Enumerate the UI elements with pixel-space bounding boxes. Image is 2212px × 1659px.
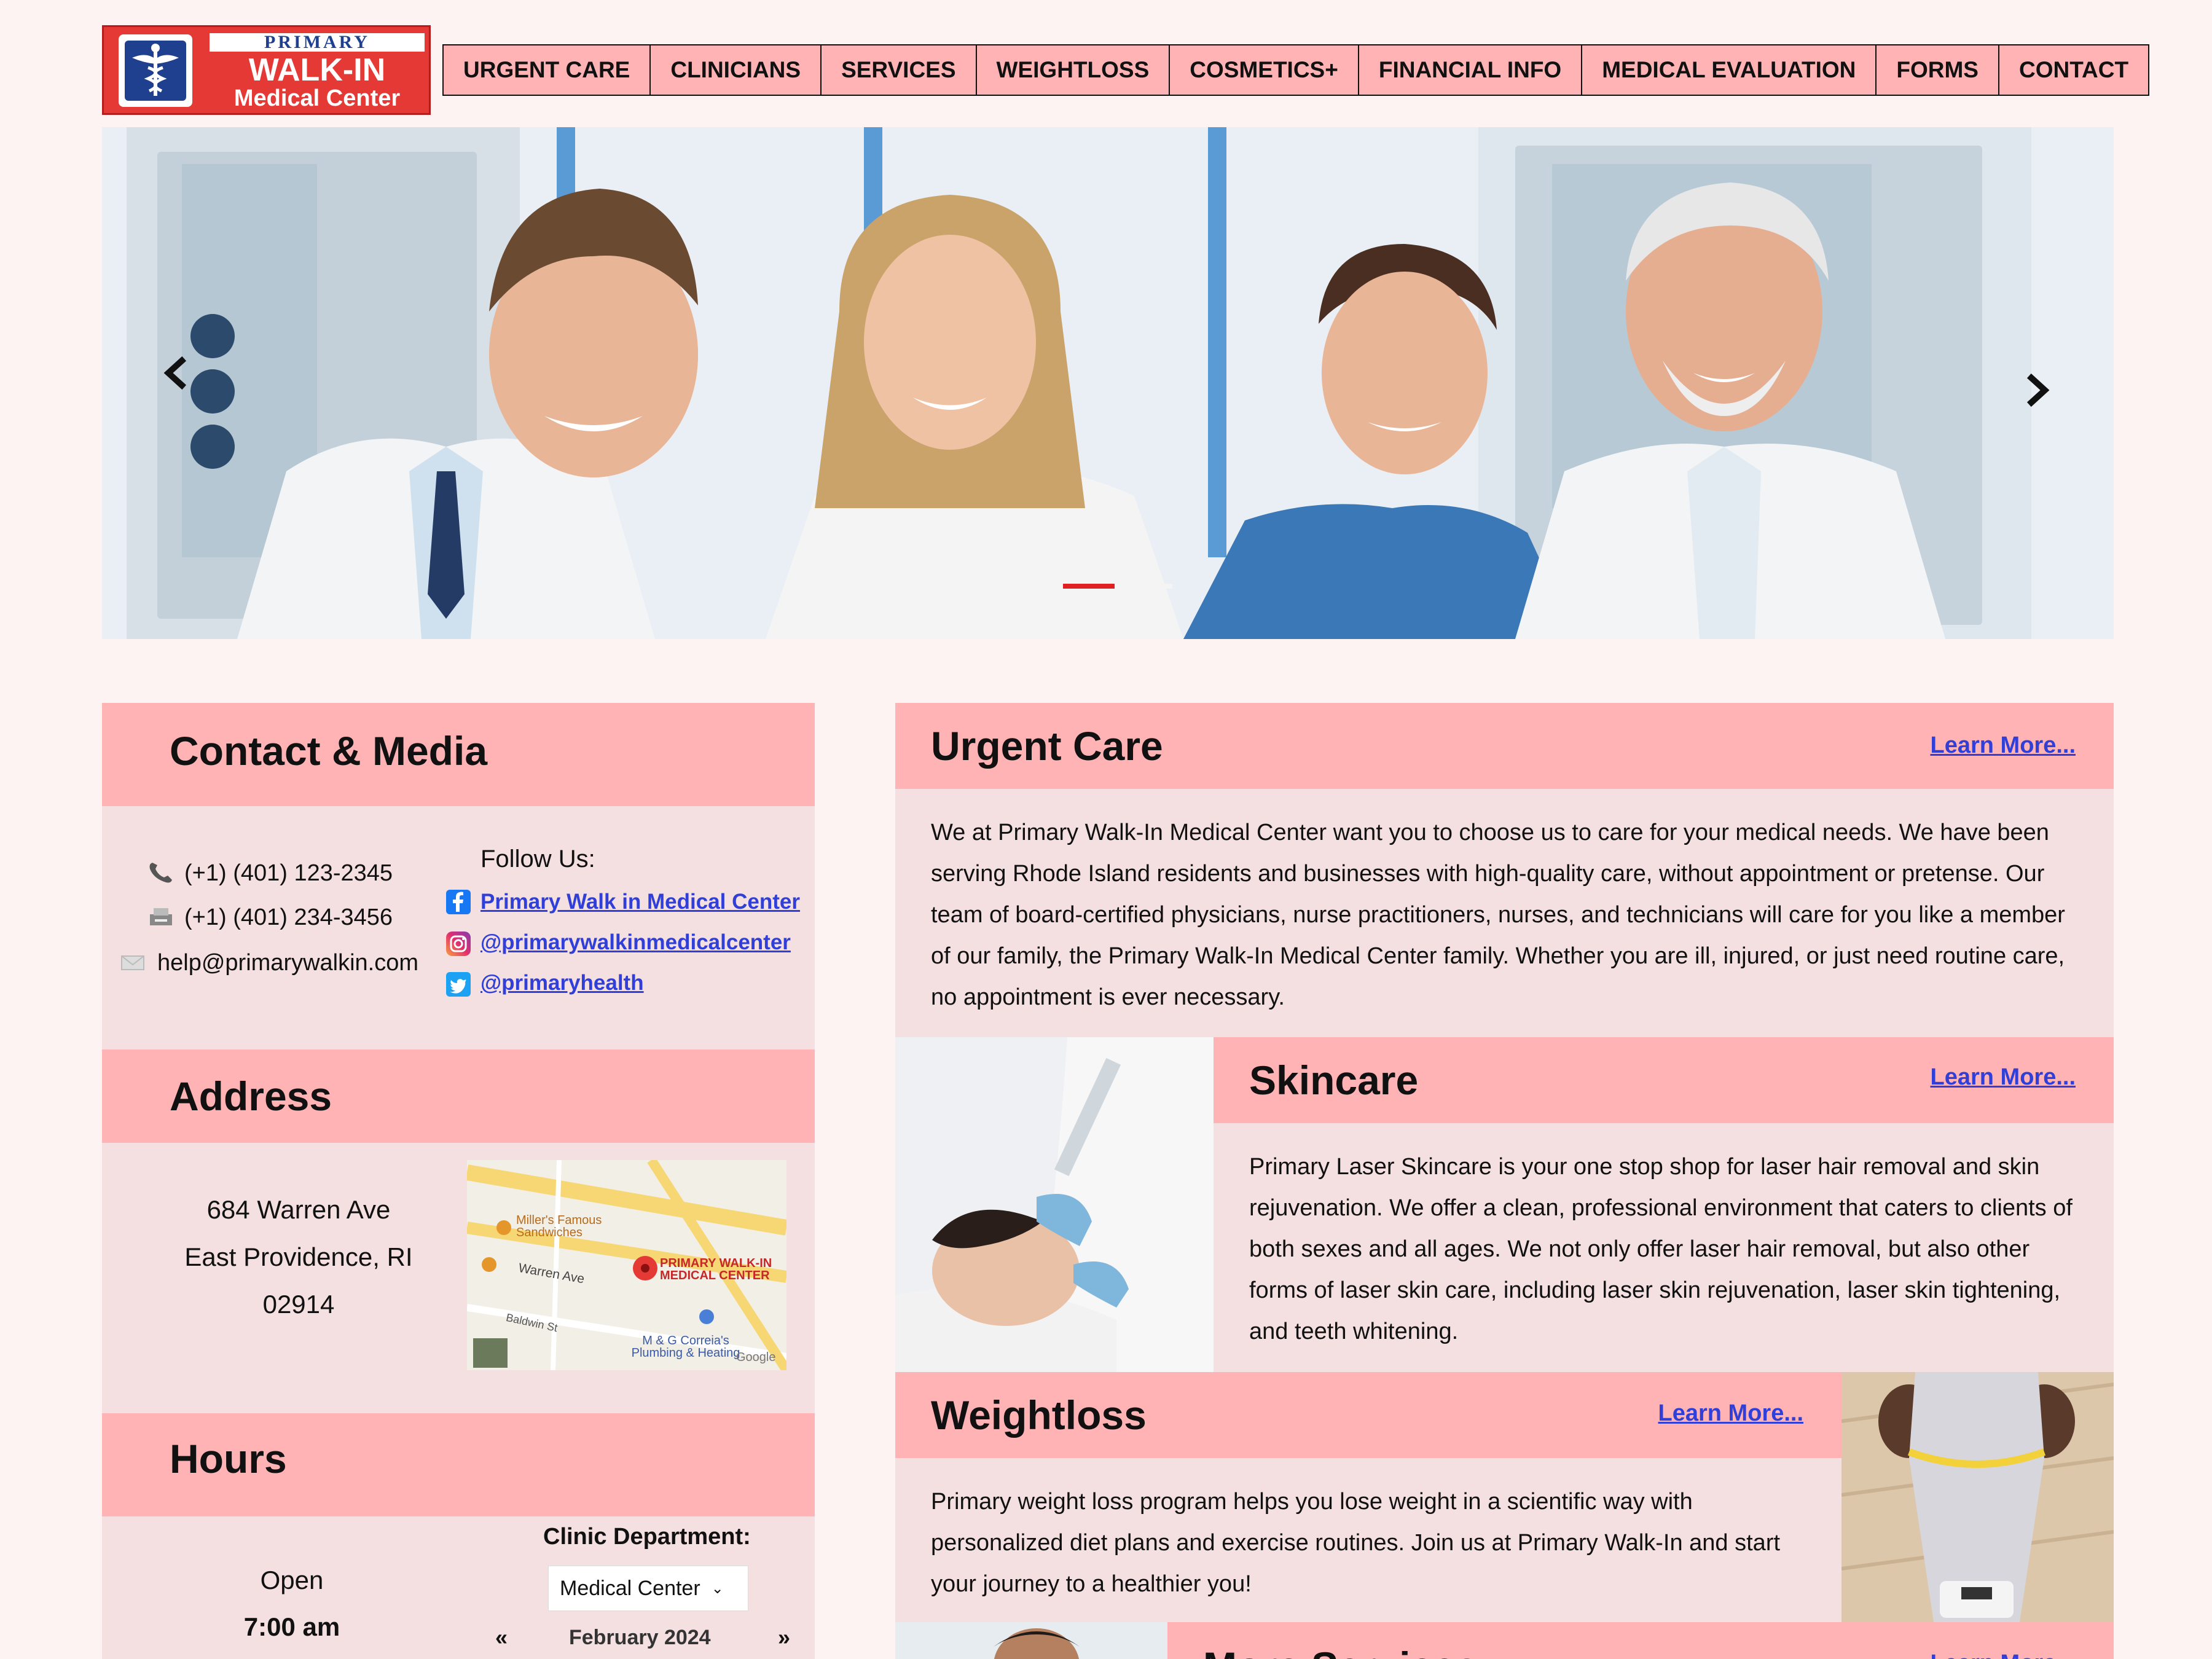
skincare-text: Primary Laser Skincare is your one stop …	[1249, 1154, 2073, 1344]
contact-media-title: Contact & Media	[170, 728, 488, 774]
twitter-link[interactable]: @primaryhealth	[480, 971, 644, 995]
main-nav: URGENT CARE CLINICIANS SERVICES WEIGHTLO…	[442, 44, 2150, 96]
urgent-care-body: We at Primary Walk-In Medical Center wan…	[895, 789, 2114, 1037]
contact-media-header: Contact & Media	[102, 703, 815, 806]
hero-carousel	[102, 127, 2114, 639]
nav-medical-evaluation[interactable]: MEDICAL EVALUATION	[1582, 45, 1877, 95]
nav-clinicians[interactable]: CLINICIANS	[651, 45, 822, 95]
address-line-1: 684 Warren Ave	[206, 1195, 391, 1224]
nav-financial-info[interactable]: FINANCIAL INFO	[1359, 45, 1583, 95]
contact-fax: (+1) (401) 234-3456	[184, 904, 393, 930]
chevron-down-icon: ⌄	[711, 1580, 724, 1597]
contact-media-body: (+1) (401) 123-2345 (+1) (401) 234-3456 …	[102, 806, 815, 1049]
nav-services[interactable]: SERVICES	[822, 45, 977, 95]
address-title: Address	[170, 1073, 332, 1119]
more-services-learn-more[interactable]: Learn More...	[1931, 1650, 2076, 1659]
skincare-body: Primary Laser Skincare is your one stop …	[1214, 1123, 2114, 1372]
site-logo[interactable]: PRIMARY WALK-IN Medical Center	[102, 25, 431, 115]
clinic-department-value: Medical Center	[560, 1576, 700, 1600]
calendar-month: February 2024	[569, 1626, 711, 1649]
clinic-department-label: Clinic Department:	[543, 1524, 751, 1550]
page-root: { "logo": {"line1": "PRIMARY", "line2": …	[0, 0, 2212, 1659]
logo-line-walkin: WALK-IN	[248, 52, 386, 88]
nav-weightloss[interactable]: WEIGHTLOSS	[976, 45, 1171, 95]
map-google-logo: Google	[736, 1351, 776, 1364]
twitter-icon[interactable]	[446, 972, 471, 997]
urgent-care-text: We at Primary Walk-In Medical Center wan…	[931, 820, 2065, 1010]
carousel-next-arrow-icon[interactable]	[2019, 372, 2056, 409]
email-icon	[120, 954, 145, 972]
skincare-title: Skincare	[1249, 1057, 1419, 1103]
address-text: 684 Warren Ave East Providence, RI 02914	[102, 1186, 495, 1328]
map-poi-millers: Miller's Famous Sandwiches	[516, 1214, 602, 1239]
carousel-dot-2-active[interactable]	[1063, 584, 1115, 589]
skincare-header: Skincare Learn More...	[1214, 1037, 2114, 1123]
calendar-prev-button[interactable]: «	[495, 1625, 508, 1650]
carousel-prev-arrow-icon[interactable]	[157, 355, 194, 391]
open-time: 7:00 am	[243, 1612, 340, 1641]
phone-icon	[147, 860, 175, 885]
doctors-photo	[102, 127, 2114, 639]
skincare-learn-more[interactable]: Learn More...	[1931, 1064, 2076, 1091]
skincare-image	[895, 1037, 1214, 1372]
instagram-icon[interactable]	[446, 931, 471, 956]
more-services-header: More Services Learn More...	[1167, 1622, 2114, 1659]
logo-line-medical-center: Medical Center	[233, 85, 401, 111]
nav-cosmetics[interactable]: COSMETICS+	[1170, 45, 1359, 95]
hours-header: Hours	[102, 1413, 815, 1516]
weightloss-body: Primary weight loss program helps you lo…	[895, 1458, 1841, 1622]
urgent-care-title: Urgent Care	[931, 723, 1163, 769]
nav-urgent-care[interactable]: URGENT CARE	[444, 45, 651, 95]
urgent-care-header: Urgent Care Learn More...	[895, 703, 2114, 789]
address-body: 684 Warren Ave East Providence, RI 02914…	[102, 1143, 815, 1413]
carousel-dot-3[interactable]	[1121, 584, 1172, 589]
follow-us-label: Follow Us:	[480, 845, 595, 873]
map-pin-label: PRIMARY WALK-IN MEDICAL CENTER	[660, 1257, 772, 1282]
facebook-icon[interactable]	[446, 890, 471, 914]
nav-forms[interactable]: FORMS	[1877, 45, 1999, 95]
weightloss-learn-more[interactable]: Learn More...	[1658, 1400, 1804, 1427]
instagram-link[interactable]: @primarywalkinmedicalcenter	[480, 930, 791, 955]
carousel-dot-1[interactable]	[1005, 584, 1057, 589]
hours-body: Open 7:00 am Clinic Department: Medical …	[102, 1516, 815, 1659]
weightloss-text: Primary weight loss program helps you lo…	[931, 1489, 1781, 1597]
address-line-3: 02914	[262, 1290, 335, 1319]
hours-title: Hours	[170, 1436, 287, 1481]
caduceus-badge	[119, 34, 192, 107]
more-services-title: More Services	[1203, 1643, 1478, 1659]
weightloss-image	[1841, 1372, 2114, 1622]
address-map[interactable]: Miller's Famous Sandwiches Warren Ave PR…	[467, 1160, 786, 1370]
weightloss-title: Weightloss	[931, 1392, 1147, 1438]
address-line-2: East Providence, RI	[184, 1242, 413, 1271]
contact-email[interactable]: help@primarywalkin.com	[157, 950, 418, 976]
clinic-department-select[interactable]: Medical Center ⌄	[548, 1566, 748, 1611]
address-header: Address	[102, 1049, 815, 1143]
fax-icon	[147, 906, 175, 928]
weightloss-header: Weightloss Learn More...	[895, 1372, 1841, 1458]
logo-line-primary: PRIMARY	[210, 33, 425, 52]
urgent-care-learn-more[interactable]: Learn More...	[1931, 732, 2076, 759]
open-label: Open	[260, 1566, 324, 1594]
caduceus-icon	[132, 44, 179, 96]
nav-contact[interactable]: CONTACT	[1999, 45, 2149, 95]
more-services-image	[895, 1622, 1167, 1659]
facebook-link[interactable]: Primary Walk in Medical Center	[480, 890, 800, 914]
calendar-next-button[interactable]: »	[778, 1625, 790, 1650]
contact-phone[interactable]: (+1) (401) 123-2345	[184, 860, 393, 887]
